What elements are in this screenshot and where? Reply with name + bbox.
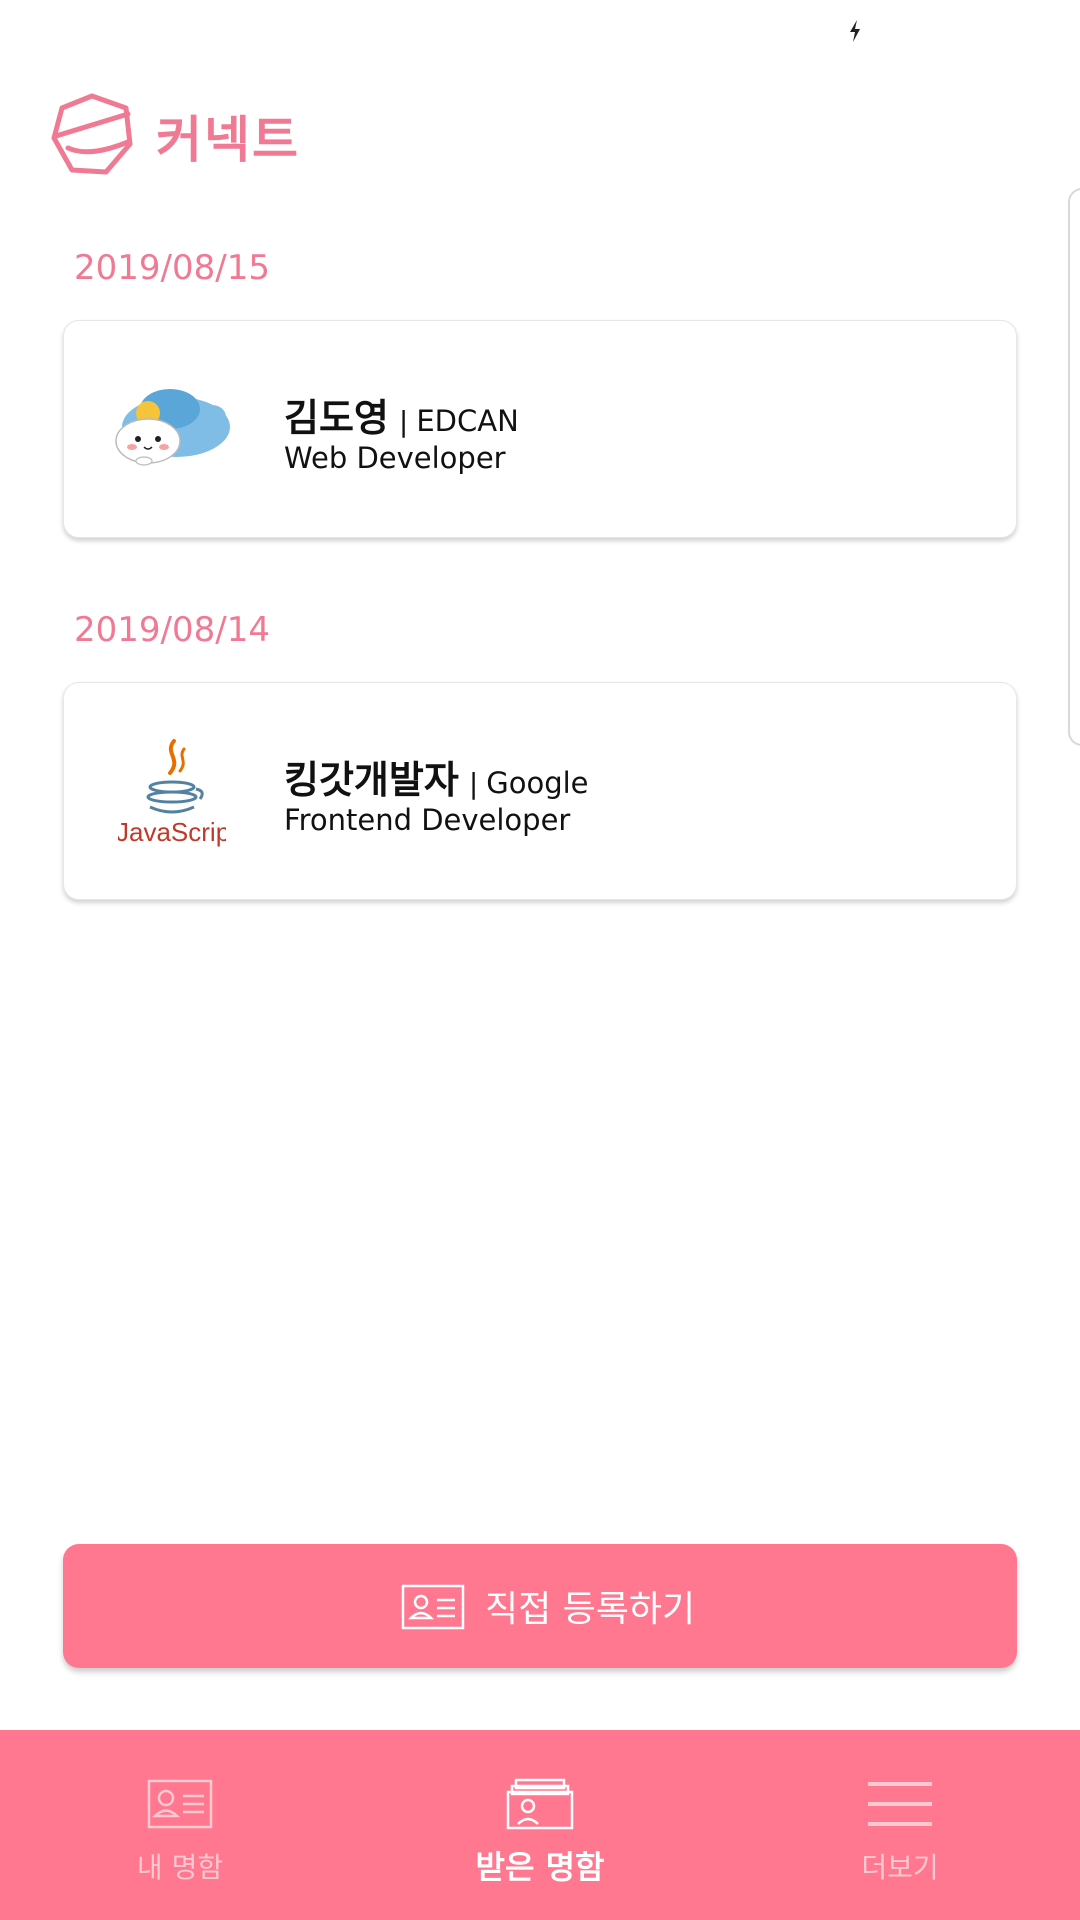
card-name: 김도영	[284, 396, 389, 440]
menu-icon	[868, 1782, 932, 1826]
card-name-line: 김도영 | EDCAN	[284, 387, 519, 442]
nav-label: 내 명함	[136, 1851, 224, 1884]
nav-item-my-card[interactable]: 내 명함	[0, 1730, 360, 1920]
nav-item-more[interactable]: 더보기	[720, 1730, 1080, 1920]
card-role: Web Developer	[284, 441, 506, 475]
business-card-icon	[401, 1584, 465, 1630]
register-card-button[interactable]: 직접 등록하기	[63, 1544, 1017, 1668]
java-coffee-logo-icon: JavaScript	[108, 739, 238, 849]
card-name-line: 킹갓개발자 | Google	[284, 749, 589, 804]
side-panel-handle[interactable]	[1068, 188, 1080, 746]
svg-text:JavaScript: JavaScript	[116, 817, 238, 847]
register-button-label: 직접 등록하기	[485, 1589, 696, 1630]
date-label: 2019/08/14	[74, 610, 270, 650]
connect-logo-icon	[51, 93, 133, 175]
card-company: EDCAN	[416, 404, 519, 438]
app-header: 커넥트	[0, 80, 1080, 190]
card-role: Frontend Developer	[284, 803, 571, 837]
my-card-icon	[147, 1779, 213, 1829]
card-name: 킹갓개발자	[284, 758, 459, 802]
charging-icon	[850, 20, 860, 42]
business-card-item[interactable]: JavaScript 킹갓개발자 | Google Frontend Develop…	[63, 682, 1017, 900]
penguin-seal-sticker-icon	[115, 389, 230, 466]
nav-label: 더보기	[861, 1851, 939, 1884]
received-cards-icon	[506, 1778, 574, 1830]
status-bar	[0, 0, 1080, 64]
card-company: Google	[486, 766, 589, 800]
bottom-nav: 내 명함 받은 명함 더보기	[0, 1730, 1080, 1920]
business-card-item[interactable]: 김도영 | EDCAN Web Developer	[63, 320, 1017, 538]
card-separator: |	[468, 767, 479, 800]
date-label: 2019/08/15	[74, 248, 270, 288]
nav-item-received-cards[interactable]: 받은 명함	[360, 1730, 720, 1920]
app-title: 커넥트	[156, 111, 300, 169]
nav-label: 받은 명함	[475, 1848, 605, 1886]
card-separator: |	[398, 405, 409, 438]
